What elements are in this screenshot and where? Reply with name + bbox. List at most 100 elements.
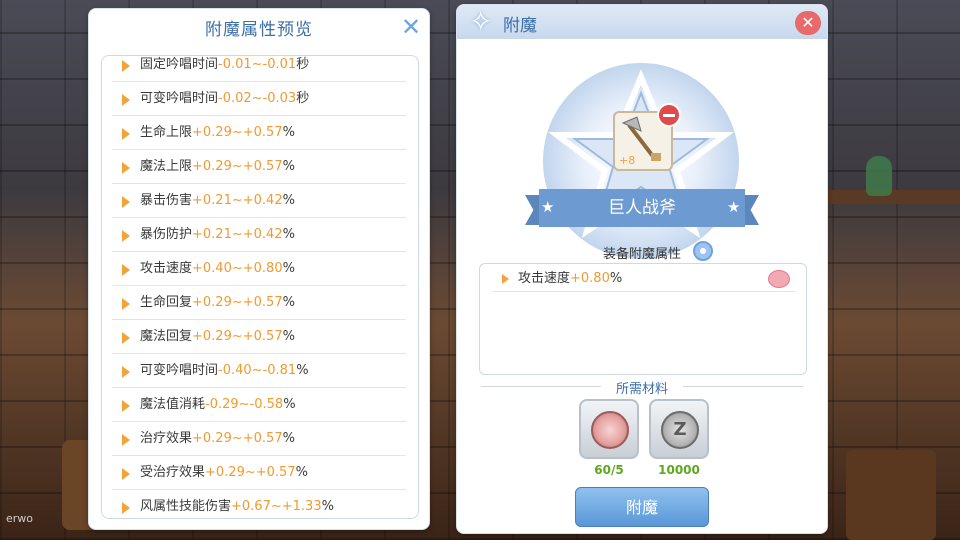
attribute-name: 生命回复 xyxy=(140,295,193,310)
attribute-unit: % xyxy=(296,363,309,378)
attribute-unit: % xyxy=(282,125,295,140)
attribute-unit: % xyxy=(282,295,295,310)
list-item: 暴伤防护+0.21~+0.42% xyxy=(112,218,406,252)
arrow-icon xyxy=(122,298,130,310)
current-attribute-box: 攻击速度+0.80% xyxy=(479,263,807,375)
star-icon: ★ xyxy=(541,198,555,216)
arrow-icon xyxy=(122,400,130,412)
arrow-icon xyxy=(122,94,130,106)
close-icon[interactable]: ✕ xyxy=(795,11,821,35)
list-item: 攻击速度+0.40~+0.80% xyxy=(112,252,406,286)
background-chair xyxy=(846,450,936,540)
material-slot-enchant-coin[interactable] xyxy=(579,399,639,459)
attr-section-label: 装备附魔属性 xyxy=(602,247,681,262)
attribute-range: +0.29~+0.57 xyxy=(192,159,283,174)
attribute-unit: % xyxy=(282,159,295,174)
attribute-name: 魔法值消耗 xyxy=(140,397,206,412)
enchant-panel: ✧ 附魔 ✕ +8 巨人战斧 ★ ★ 装备附魔属性 攻击速度+0.80% 所需材… xyxy=(456,4,828,534)
arrow-icon xyxy=(122,196,130,208)
attribute-name: 魔法上限 xyxy=(140,159,193,174)
attribute-unit: 秒 xyxy=(296,91,310,106)
close-icon[interactable]: ✕ xyxy=(399,15,423,39)
attribute-range: +0.29~+0.57 xyxy=(192,431,283,446)
arrow-icon xyxy=(122,128,130,140)
attribute-name: 风属性技能伤害 xyxy=(140,499,232,514)
list-item: 治疗效果+0.29~+0.57% xyxy=(112,422,406,456)
attribute-unit: % xyxy=(282,193,295,208)
attribute-range: +0.29~+0.57 xyxy=(192,295,283,310)
attribute-name: 治疗效果 xyxy=(140,431,193,446)
pig-icon xyxy=(768,270,790,288)
list-item: 受治疗效果+0.29~+0.57% xyxy=(112,456,406,490)
arrow-icon xyxy=(122,434,130,446)
arrow-icon xyxy=(122,332,130,344)
material-count: 60/5 xyxy=(594,463,624,477)
arrow-icon xyxy=(122,468,130,480)
attribute-range: +0.29~+0.57 xyxy=(192,329,283,344)
attribute-name: 可变吟唱时间 xyxy=(140,91,219,106)
remove-icon[interactable] xyxy=(657,103,681,127)
attribute-range: +0.29~+0.57 xyxy=(205,465,296,480)
list-item: 暴击伤害+0.21~+0.42% xyxy=(112,184,406,218)
watermark: erwo xyxy=(6,512,34,525)
arrow-icon xyxy=(502,274,509,284)
attribute-range: +0.67~+1.33 xyxy=(231,499,322,514)
attribute-range: -0.02~-0.03 xyxy=(218,91,297,106)
attribute-range: -0.01~-0.01 xyxy=(218,57,297,72)
attribute-unit: % xyxy=(282,329,295,344)
attribute-range: -0.29~-0.58 xyxy=(205,397,284,412)
materials-label: 所需材料 xyxy=(615,382,668,397)
attribute-range: +0.80 xyxy=(570,271,610,286)
attribute-range: +0.40~+0.80 xyxy=(192,261,283,276)
attribute-name: 攻击速度 xyxy=(518,271,571,286)
star-icon: ★ xyxy=(727,198,741,216)
preview-title: 附魔属性预览 xyxy=(205,20,313,40)
attribute-list: 固定吟唱时间-0.01~-0.01秒 可变吟唱时间-0.02~-0.03秒 生命… xyxy=(102,56,418,518)
list-item: 魔法回复+0.29~+0.57% xyxy=(112,320,406,354)
zeny-coin-icon xyxy=(661,411,699,449)
item-name: 巨人战斧 xyxy=(608,198,676,218)
arrow-icon xyxy=(122,60,130,72)
attribute-unit: % xyxy=(295,465,308,480)
arrow-icon xyxy=(122,264,130,276)
list-item: 生命回复+0.29~+0.57% xyxy=(112,286,406,320)
attribute-name: 固定吟唱时间 xyxy=(140,57,219,72)
list-item: 生命上限+0.29~+0.57% xyxy=(112,116,406,150)
attribute-unit: % xyxy=(283,397,296,412)
refine-level: +8 xyxy=(619,154,636,167)
attribute-unit: 秒 xyxy=(296,57,310,72)
attribute-name: 受治疗效果 xyxy=(140,465,206,480)
attribute-range: +0.29~+0.57 xyxy=(192,125,283,140)
list-item: 可变吟唱时间-0.40~-0.81% xyxy=(112,354,406,388)
arrow-icon xyxy=(122,162,130,174)
enchant-logo-icon: ✧ xyxy=(469,5,493,38)
list-item: 魔法上限+0.29~+0.57% xyxy=(112,150,406,184)
attribute-name: 魔法回复 xyxy=(140,329,193,344)
list-item: 固定吟唱时间-0.01~-0.01秒 xyxy=(112,56,406,82)
background-bottle xyxy=(866,156,892,196)
attribute-name: 暴伤防护 xyxy=(140,227,193,242)
item-name-ribbon: 巨人战斧 xyxy=(539,189,745,227)
list-item: 魔法值消耗-0.29~-0.58% xyxy=(112,388,406,422)
eye-icon[interactable] xyxy=(693,241,713,261)
material-count: 10000 xyxy=(658,463,700,477)
panel-title: 附魔 xyxy=(503,16,537,36)
attribute-list-box[interactable]: 固定吟唱时间-0.01~-0.01秒 可变吟唱时间-0.02~-0.03秒 生命… xyxy=(101,55,419,519)
material-slot-zeny[interactable] xyxy=(649,399,709,459)
enchant-button[interactable]: 附魔 xyxy=(575,487,709,527)
attribute-name: 攻击速度 xyxy=(140,261,193,276)
arrow-icon xyxy=(122,230,130,242)
attribute-range: +0.21~+0.42 xyxy=(192,227,283,242)
attribute-range: +0.21~+0.42 xyxy=(192,193,283,208)
list-item: 攻击速度+0.80% xyxy=(492,266,796,292)
arrow-icon xyxy=(122,502,130,514)
enchant-coin-icon xyxy=(591,411,629,449)
attribute-unit: % xyxy=(321,499,334,514)
attribute-unit: % xyxy=(282,431,295,446)
enchant-preview-panel: 附魔属性预览 ✕ 固定吟唱时间-0.01~-0.01秒 可变吟唱时间-0.02~… xyxy=(88,8,430,530)
attribute-range: -0.40~-0.81 xyxy=(218,363,297,378)
list-item: 可变吟唱时间-0.02~-0.03秒 xyxy=(112,82,406,116)
attribute-name: 生命上限 xyxy=(140,125,193,140)
attribute-unit: % xyxy=(609,271,623,286)
arrow-icon xyxy=(122,366,130,378)
